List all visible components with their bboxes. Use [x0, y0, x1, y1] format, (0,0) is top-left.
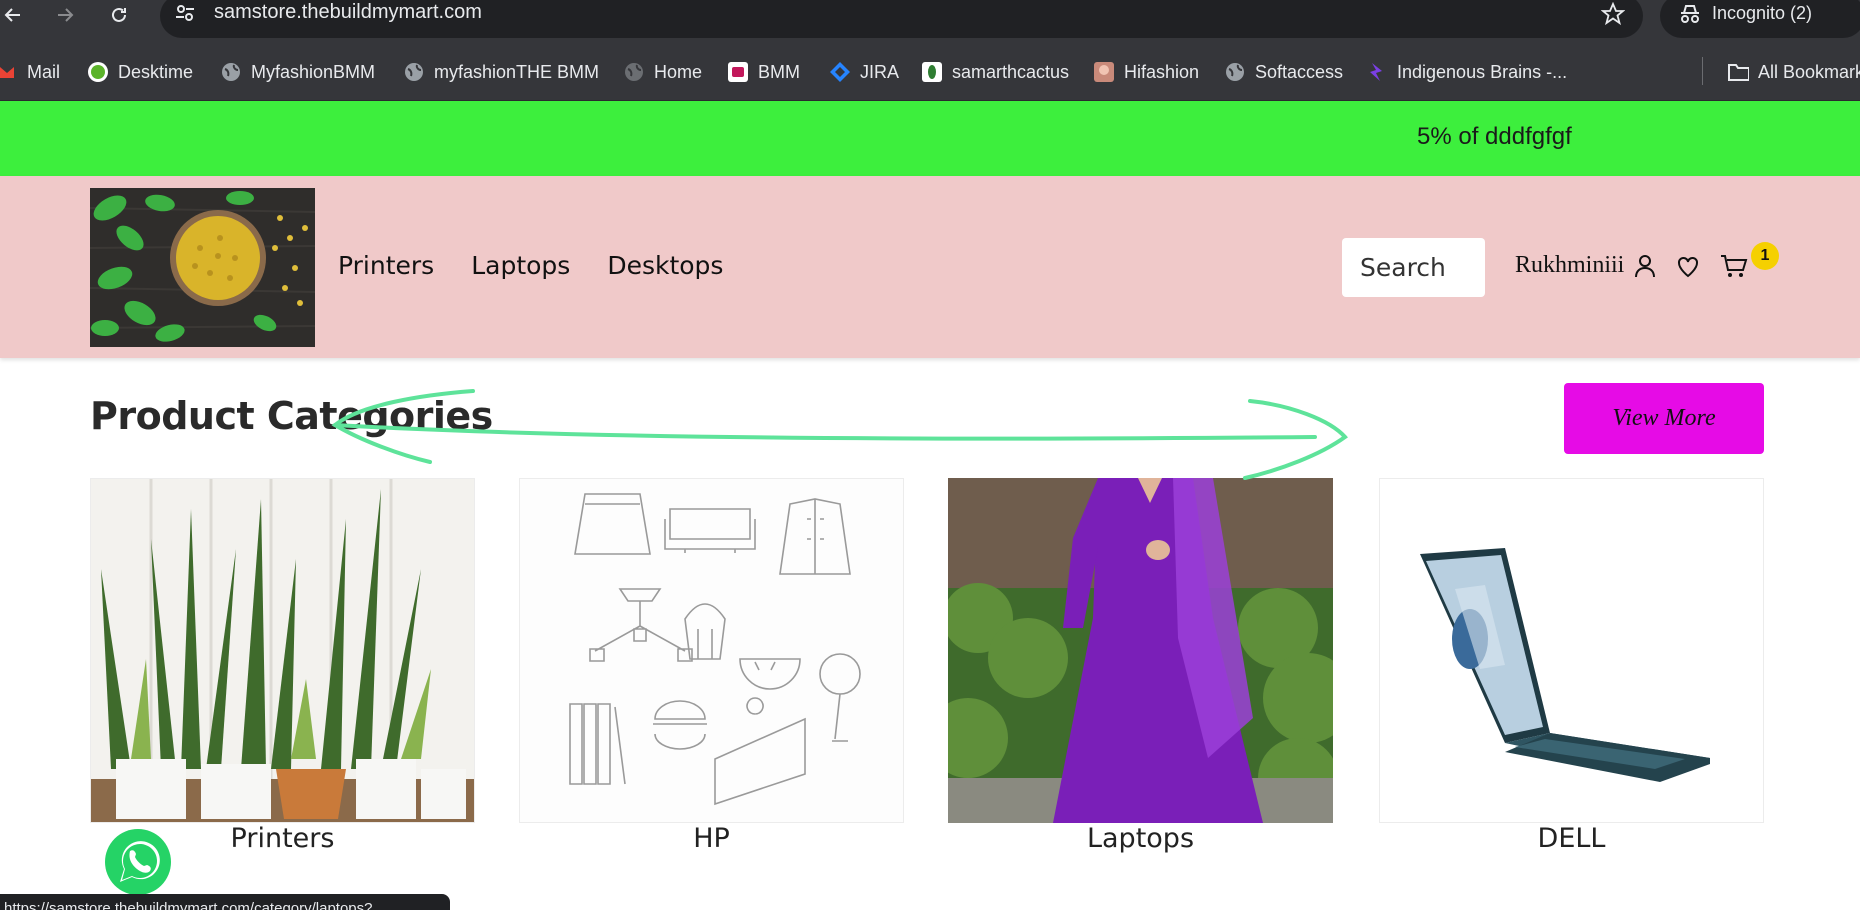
whatsapp-icon [102, 826, 174, 898]
globe-icon [623, 61, 645, 83]
user-icon[interactable] [1634, 254, 1656, 283]
category-card-printers[interactable] [90, 478, 475, 823]
bookmarks-bar: Mail Desktime MyfashionBMM myfashionTHE … [0, 43, 1860, 101]
section-title: Product Categories [90, 394, 493, 438]
line-art-illustration [520, 479, 903, 822]
bookmark-label: BMM [758, 61, 800, 82]
incognito-icon [1678, 2, 1702, 31]
avatar-icon [1093, 61, 1115, 83]
incognito-indicator[interactable]: Incognito (2) [1660, 0, 1860, 38]
bookmark-jira[interactable]: JIRA [829, 57, 899, 87]
bookmark-mail[interactable]: Mail [0, 57, 60, 87]
bookmark-label: MyfashionBMM [251, 61, 376, 82]
promo-banner: 5% of dddfgfgf [0, 101, 1860, 176]
cart-count-badge: 1 [1751, 242, 1779, 270]
browser-toolbar: samstore.thebuildmymart.com Incognito (2… [0, 0, 1860, 43]
bookmark-myfashionbmm[interactable]: MyfashionBMM [220, 57, 375, 87]
category-label-hp[interactable]: HP [519, 823, 904, 854]
category-card-dell[interactable] [1379, 478, 1764, 823]
address-bar[interactable]: samstore.thebuildmymart.com [160, 0, 1643, 38]
bookmark-star-icon[interactable] [1600, 1, 1626, 31]
bookmark-home[interactable]: Home [623, 57, 702, 87]
purple-dress-image [948, 478, 1333, 823]
gmail-icon [0, 61, 18, 83]
nav-desktops[interactable]: Desktops [607, 251, 723, 280]
bookmark-label: Home [654, 61, 703, 82]
bookmark-all-bookmarks[interactable]: All Bookmarks [1727, 57, 1860, 87]
bookmark-label: Indigenous Brains -... [1397, 61, 1568, 82]
snake-plants-image [91, 479, 474, 822]
bookmark-label: samarthcactus [952, 61, 1070, 82]
bookmark-label: myfashionTHE BMM [434, 61, 600, 82]
user-name[interactable]: Rukhminiii [1515, 252, 1624, 279]
category-card-laptops[interactable] [948, 478, 1333, 823]
brain-icon [1366, 61, 1388, 83]
bookmark-label: Mail [27, 61, 61, 82]
globe-icon [1224, 61, 1246, 83]
folder-icon [1727, 61, 1749, 83]
cactus-icon [921, 61, 943, 83]
search-input[interactable]: Search [1342, 238, 1485, 297]
nav-laptops[interactable]: Laptops [471, 251, 570, 280]
site-header: Printers Laptops Desktops Search Rukhmin… [0, 176, 1860, 358]
bmm-icon [727, 61, 749, 83]
bookmark-bmm[interactable]: BMM [727, 57, 800, 87]
bookmark-label: Desktime [118, 61, 194, 82]
url-text[interactable]: samstore.thebuildmymart.com [214, 1, 482, 24]
category-label-dell[interactable]: DELL [1379, 823, 1764, 854]
cart-icon[interactable] [1720, 254, 1748, 283]
bookmark-hifashion[interactable]: Hifashion [1093, 57, 1199, 87]
bookmark-indigenous-brains[interactable]: Indigenous Brains -... [1366, 57, 1567, 87]
nav-printers[interactable]: Printers [338, 251, 434, 280]
whatsapp-chat-button[interactable] [100, 824, 176, 900]
wishlist-heart-icon[interactable] [1677, 256, 1699, 283]
bookmark-softaccess[interactable]: Softaccess [1224, 57, 1343, 87]
back-icon[interactable] [0, 2, 26, 28]
site-logo[interactable] [90, 188, 315, 347]
category-label-laptops[interactable]: Laptops [948, 823, 1333, 854]
bookmark-desktime[interactable]: Desktime [87, 57, 193, 87]
laptop-image [1380, 479, 1763, 822]
main-nav: Printers Laptops Desktops [338, 251, 723, 280]
reload-icon[interactable] [106, 2, 132, 28]
desktime-icon [87, 61, 109, 83]
jira-icon [829, 61, 851, 83]
bookmark-label: JIRA [860, 61, 900, 82]
promo-text: 5% of dddfgfgf [1417, 123, 1572, 150]
bookmark-myfashionthebmm[interactable]: myfashionTHE BMM [403, 57, 599, 87]
bookmark-label: All Bookmarks [1758, 61, 1860, 82]
incognito-label: Incognito (2) [1712, 3, 1813, 23]
bookmark-label: Softaccess [1255, 61, 1344, 82]
bookmark-label: Hifashion [1124, 61, 1200, 82]
forward-icon[interactable] [52, 2, 78, 28]
status-bar-url: https://samstore.thebuildmymart.com/cate… [0, 894, 450, 910]
site-info-icon[interactable] [174, 2, 196, 29]
bookmarks-divider [1702, 57, 1703, 85]
bookmark-samarthcactus[interactable]: samarthcactus [921, 57, 1069, 87]
globe-icon [403, 61, 425, 83]
view-more-button[interactable]: View More [1564, 383, 1764, 454]
category-card-hp[interactable] [519, 478, 904, 823]
globe-icon [220, 61, 242, 83]
